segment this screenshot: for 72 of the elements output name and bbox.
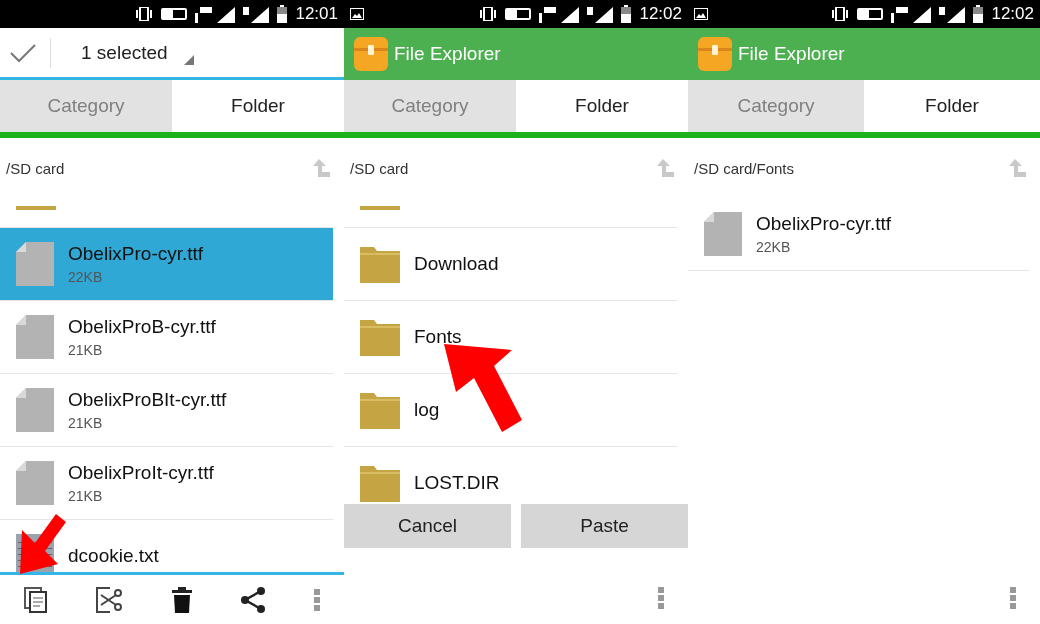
signal-icon xyxy=(587,5,614,23)
folder-app-icon xyxy=(354,37,388,71)
file-name: Download xyxy=(414,253,499,275)
copy-icon[interactable] xyxy=(24,586,48,613)
file-name: ObelixProIt-cyr.ttf xyxy=(68,462,214,484)
file-name: LOST.DIR xyxy=(414,472,500,494)
status-time: 12:02 xyxy=(991,4,1034,24)
selection-count: 1 selected xyxy=(81,41,168,64)
file-size: 22KB xyxy=(68,269,104,285)
annotation-arrow xyxy=(20,514,66,574)
file-row[interactable]: ObelixPro-cyr.ttf 22KB xyxy=(0,228,333,301)
volte-icon xyxy=(857,8,884,20)
cut-icon[interactable] xyxy=(96,586,124,613)
file-size: 21KB xyxy=(68,488,104,504)
folder-app-icon xyxy=(698,37,732,71)
picture-icon xyxy=(694,8,708,20)
file-name: ObelixPro-cyr.ttf xyxy=(68,243,204,265)
signal-icon xyxy=(195,5,236,23)
trash-icon[interactable] xyxy=(172,586,192,613)
file-name: log xyxy=(414,399,440,421)
file-icon xyxy=(704,212,742,256)
folder-path: /SD card/Fonts xyxy=(694,159,795,177)
folder-path: /SD card xyxy=(6,159,65,177)
more-icon[interactable] xyxy=(1010,587,1016,609)
folder-icon xyxy=(360,318,400,356)
file-size: 21KB xyxy=(68,342,104,358)
battery-icon xyxy=(277,5,288,23)
file-name: ObelixProB-cyr.ttf xyxy=(68,316,216,338)
folder-path: /SD card xyxy=(350,159,409,177)
file-icon xyxy=(16,242,54,286)
file-name: ObelixPro-cyr.ttf xyxy=(756,213,892,235)
folder-icon xyxy=(16,206,56,210)
volte-icon xyxy=(505,8,532,20)
folder-icon xyxy=(360,464,400,502)
vibrate-icon xyxy=(831,7,850,21)
file-size: 21KB xyxy=(68,415,104,431)
more-icon[interactable] xyxy=(314,588,320,611)
signal-icon xyxy=(243,5,270,23)
folder-icon xyxy=(360,245,400,283)
signal-icon xyxy=(539,5,580,23)
dialog-button[interactable]: Paste xyxy=(521,504,688,548)
picture-icon xyxy=(350,8,364,20)
file-icon xyxy=(16,315,54,359)
file-row[interactable]: ObelixProBIt-cyr.ttf 21KB xyxy=(0,374,333,447)
signal-icon xyxy=(939,5,966,23)
file-row[interactable]: ObelixProB-cyr.ttf 21KB xyxy=(0,301,333,374)
app-title: File Explorer xyxy=(394,43,501,65)
dialog-button[interactable]: Cancel xyxy=(344,504,511,548)
file-row[interactable]: Download xyxy=(344,228,677,301)
file-name: Fonts xyxy=(414,326,462,348)
file-name: dcookie.txt xyxy=(68,545,159,567)
file-name: ObelixProBIt-cyr.ttf xyxy=(68,389,227,411)
folder-icon xyxy=(360,391,400,429)
status-time: 12:01 xyxy=(295,4,338,24)
file-icon xyxy=(16,461,54,505)
vibrate-icon xyxy=(135,7,154,21)
vibrate-icon xyxy=(479,7,498,21)
caret-icon[interactable] xyxy=(183,54,194,65)
signal-icon xyxy=(891,5,932,23)
share-icon[interactable] xyxy=(240,586,266,613)
more-icon[interactable] xyxy=(658,587,664,609)
battery-icon xyxy=(621,5,632,23)
folder-icon xyxy=(360,206,400,210)
file-row[interactable]: ObelixProIt-cyr.ttf 21KB xyxy=(0,447,333,520)
file-size: 22KB xyxy=(756,239,792,255)
status-time: 12:02 xyxy=(639,4,682,24)
volte-icon xyxy=(161,8,188,20)
check-icon[interactable] xyxy=(10,42,36,63)
battery-icon xyxy=(973,5,984,23)
app-title: File Explorer xyxy=(738,43,845,65)
file-icon xyxy=(16,388,54,432)
file-row[interactable]: ObelixPro-cyr.ttf 22KB xyxy=(688,198,1029,271)
